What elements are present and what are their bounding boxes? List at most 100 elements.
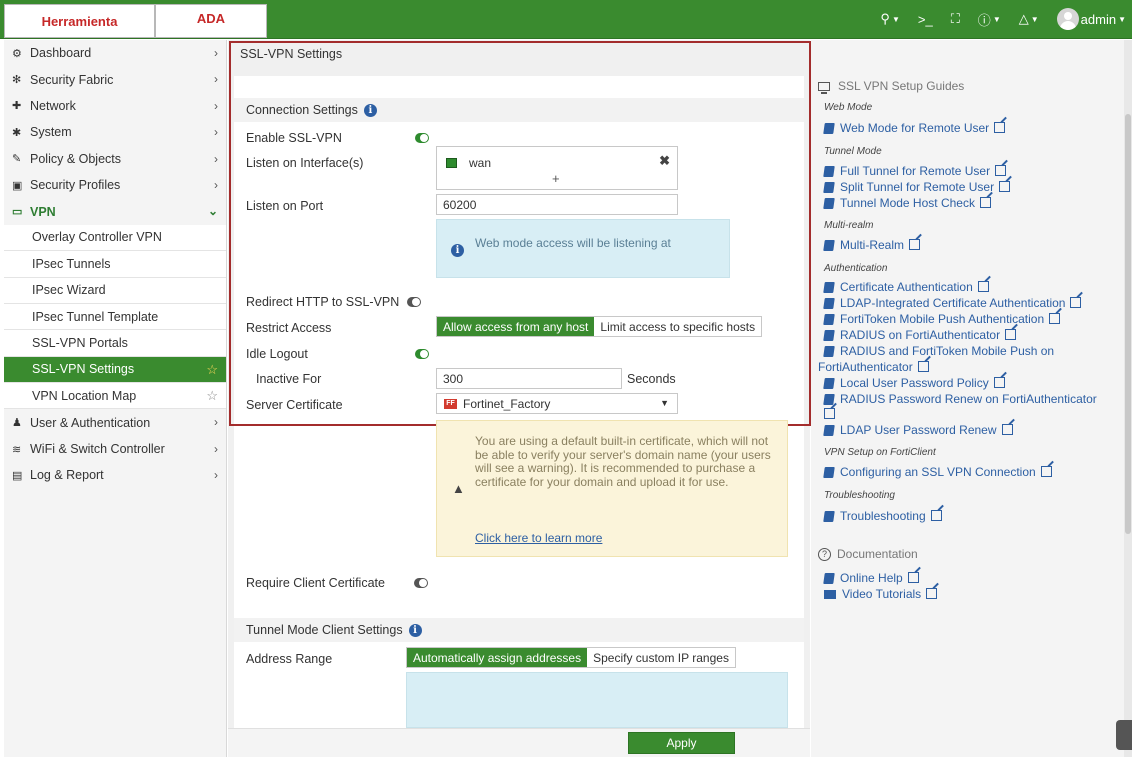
guide-link-full-tunnel[interactable]: Full Tunnel for Remote User bbox=[823, 164, 1007, 179]
server-certificate-label: Server Certificate bbox=[246, 398, 343, 412]
sidebar-item-wifi-switch[interactable]: ≋ WiFi & Switch Controller › bbox=[4, 436, 226, 462]
sidebar-item-policy-objects[interactable]: ✎ Policy & Objects › bbox=[4, 146, 226, 172]
sidebar-item-dashboard[interactable]: ⚙ Dashboard › bbox=[4, 40, 226, 66]
guide-category: Web Mode bbox=[824, 102, 873, 113]
side-widget-tab[interactable] bbox=[1116, 720, 1132, 750]
sidebar-item-vpn-location-map[interactable]: VPN Location Map ☆ bbox=[4, 383, 226, 410]
tab-ada[interactable]: ADA bbox=[155, 4, 267, 38]
right-scrollbar[interactable] bbox=[1124, 40, 1132, 757]
auto-assign-option[interactable]: Automatically assign addresses bbox=[407, 648, 588, 667]
sidebar-item-label: Security Fabric bbox=[30, 72, 114, 87]
sidebar-item-ipsec-tunnel-template[interactable]: IPsec Tunnel Template bbox=[4, 303, 226, 331]
search-icon[interactable]: ⚲ ▼ bbox=[880, 11, 899, 27]
guide-link-ldap-cert[interactable]: LDAP-Integrated Certificate Authenticati… bbox=[823, 296, 1082, 311]
close-icon[interactable]: ✖ bbox=[659, 153, 670, 169]
info-icon[interactable]: i bbox=[408, 623, 422, 637]
external-link-icon bbox=[999, 181, 1011, 192]
sidebar-item-label: Dashboard bbox=[30, 46, 92, 61]
inactive-for-input[interactable]: 300 bbox=[436, 368, 622, 389]
star-icon[interactable]: ☆ bbox=[206, 362, 218, 378]
listen-port-label: Listen on Port bbox=[246, 199, 324, 213]
guide-link-multi-realm[interactable]: Multi-Realm bbox=[823, 238, 921, 253]
sidebar-item-sslvpn-portals[interactable]: SSL-VPN Portals bbox=[4, 330, 226, 357]
custom-ip-ranges-option[interactable]: Specify custom IP ranges bbox=[587, 648, 735, 667]
book-icon bbox=[823, 182, 835, 193]
sidebar-item-user-authentication[interactable]: ♟ User & Authentication › bbox=[4, 409, 226, 435]
doc-link-online-help[interactable]: Online Help bbox=[823, 571, 919, 586]
port-input[interactable]: 60200 bbox=[436, 194, 678, 215]
doc-link-video-tutorials[interactable]: Video Tutorials bbox=[824, 587, 938, 602]
fullscreen-icon[interactable]: ⛶ bbox=[951, 11, 960, 27]
guide-link-fortitoken-push[interactable]: FortiToken Mobile Push Authentication bbox=[823, 312, 1061, 327]
sidebar-item-label: Log & Report bbox=[30, 468, 104, 483]
guide-link-local-password[interactable]: Local User Password Policy bbox=[823, 376, 1005, 391]
sidebar-item-security-profiles[interactable]: ▣ Security Profiles › bbox=[4, 172, 226, 198]
sidebar: ⚙ Dashboard › ✻ Security Fabric › ✚ Netw… bbox=[4, 40, 227, 757]
external-link-icon bbox=[1040, 466, 1052, 477]
cli-console-icon[interactable]: >_ bbox=[918, 12, 933, 27]
limit-specific-hosts-option[interactable]: Limit access to specific hosts bbox=[594, 317, 762, 336]
address-range-area bbox=[406, 672, 788, 728]
book-icon bbox=[823, 240, 835, 251]
book-icon bbox=[823, 298, 835, 309]
guide-link-radius-ftm[interactable]: RADIUS and FortiToken Mobile Push on bbox=[823, 344, 1054, 359]
sidebar-item-label: WiFi & Switch Controller bbox=[30, 442, 165, 457]
external-link-icon bbox=[1005, 329, 1017, 340]
guide-link-troubleshooting[interactable]: Troubleshooting bbox=[823, 509, 942, 524]
sidebar-item-sslvpn-settings[interactable]: SSL-VPN Settings ☆ bbox=[4, 356, 226, 384]
star-icon[interactable]: ☆ bbox=[206, 388, 218, 404]
learn-more-link[interactable]: Click here to learn more bbox=[475, 531, 602, 545]
chevron-right-icon: › bbox=[214, 177, 218, 192]
sidebar-item-vpn[interactable]: ▭ VPN ⌄ bbox=[4, 198, 226, 224]
sidebar-item-label: Security Profiles bbox=[30, 178, 121, 193]
interface-select[interactable]: wan ✖ + bbox=[436, 146, 678, 190]
restrict-access-label: Restrict Access bbox=[246, 321, 332, 335]
sidebar-item-log-report[interactable]: ▤ Log & Report › bbox=[4, 462, 226, 488]
bell-icon[interactable]: △ ▼ bbox=[1019, 11, 1039, 27]
sidebar-item-system[interactable]: ✱ System › bbox=[4, 119, 226, 145]
guide-link-web-mode[interactable]: Web Mode for Remote User bbox=[823, 121, 1006, 136]
external-link-icon bbox=[979, 197, 991, 208]
sidebar-item-ipsec-wizard[interactable]: IPsec Wizard bbox=[4, 277, 226, 304]
guide-link-configuring[interactable]: Configuring an SSL VPN Connection bbox=[823, 465, 1052, 480]
book-icon bbox=[823, 282, 835, 293]
book-icon bbox=[823, 166, 835, 177]
user-icon: ♟ bbox=[12, 417, 22, 430]
certificate-select[interactable]: FF Fortinet_Factory ▼ bbox=[436, 393, 678, 414]
enable-sslvpn-toggle[interactable] bbox=[415, 133, 429, 143]
guide-link-cert-auth[interactable]: Certificate Authentication bbox=[823, 280, 989, 295]
tab-herramienta[interactable]: Herramienta bbox=[4, 4, 155, 38]
redirect-http-toggle[interactable] bbox=[407, 297, 421, 307]
web-mode-info-text: Web mode access will be listening at bbox=[475, 236, 671, 250]
guide-link-radius-password[interactable]: RADIUS Password Renew on FortiAuthentica… bbox=[823, 392, 1097, 407]
chevron-right-icon: › bbox=[214, 441, 218, 456]
add-icon[interactable]: + bbox=[552, 171, 560, 186]
scrollbar-thumb[interactable] bbox=[1125, 114, 1131, 534]
sidebar-item-label: VPN bbox=[30, 204, 56, 219]
guide-category: Authentication bbox=[824, 263, 888, 274]
guide-link-split-tunnel[interactable]: Split Tunnel for Remote User bbox=[823, 180, 1011, 195]
guide-link-ldap-password[interactable]: LDAP User Password Renew bbox=[823, 423, 1013, 438]
guide-link-radius-fac[interactable]: RADIUS on FortiAuthenticator bbox=[823, 328, 1017, 343]
chevron-right-icon: › bbox=[214, 468, 218, 483]
guide-link-radius-ftm-cont[interactable]: FortiAuthenticator bbox=[818, 360, 929, 375]
video-icon bbox=[824, 590, 836, 599]
chevron-right-icon: › bbox=[214, 72, 218, 87]
apply-button[interactable]: Apply bbox=[628, 732, 735, 754]
sidebar-item-overlay-controller-vpn[interactable]: Overlay Controller VPN bbox=[4, 224, 226, 252]
help-icon[interactable]: ⓘ ▼ bbox=[978, 10, 1001, 29]
sidebar-item-ipsec-tunnels[interactable]: IPsec Tunnels bbox=[4, 251, 226, 278]
idle-logout-toggle[interactable] bbox=[415, 349, 429, 359]
idle-logout-label: Idle Logout bbox=[246, 347, 308, 361]
port-icon bbox=[446, 158, 457, 168]
allow-any-host-option[interactable]: Allow access from any host bbox=[437, 317, 595, 336]
guide-link-radius-password-ext[interactable] bbox=[824, 408, 835, 419]
chevron-right-icon: › bbox=[214, 125, 218, 140]
sidebar-item-security-fabric[interactable]: ✻ Security Fabric › bbox=[4, 66, 226, 92]
user-menu[interactable]: admin ▼ bbox=[1056, 8, 1126, 30]
sidebar-item-network[interactable]: ✚ Network › bbox=[4, 93, 226, 119]
guide-link-host-check[interactable]: Tunnel Mode Host Check bbox=[823, 196, 991, 211]
interface-value: wan bbox=[469, 156, 492, 170]
info-icon[interactable]: i bbox=[363, 103, 377, 117]
require-client-cert-toggle[interactable] bbox=[414, 578, 428, 588]
